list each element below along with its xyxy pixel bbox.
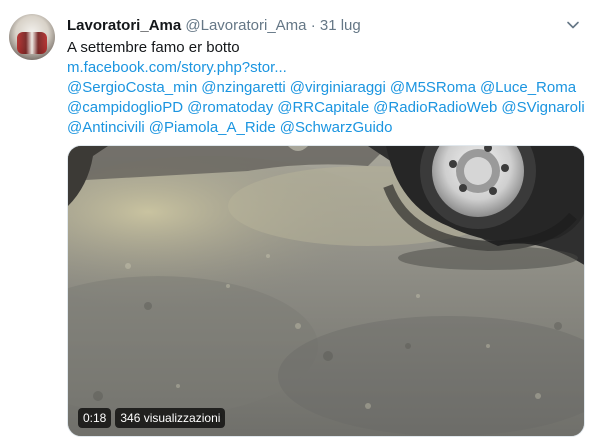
tweet-card[interactable]: Lavoratori_Ama @Lavoratori_Ama · 31 lug …	[0, 0, 590, 446]
chevron-down-icon	[567, 21, 579, 29]
video-meta: 0:18 346 visualizzazioni	[78, 408, 226, 428]
header-separator: ·	[310, 17, 316, 34]
mention-link[interactable]: @SchwarzGuido	[280, 119, 393, 136]
mention-link[interactable]: @Antincivili	[67, 119, 145, 136]
avatar-image	[17, 32, 47, 54]
mention-link[interactable]: @romatoday	[187, 99, 273, 116]
video-duration: 0:18	[78, 408, 112, 428]
video-frame	[68, 146, 584, 436]
mentions-line-1: @SergioCosta_min @nzingaretti @virginiarag…	[67, 78, 577, 98]
display-name[interactable]: Lavoratori_Ama	[67, 17, 181, 34]
tweet-header: Lavoratori_Ama @Lavoratori_Ama · 31 lug	[67, 16, 361, 36]
mentions-line-2: @campidoglioPD @romatoday @RRCapitale @Radi…	[67, 98, 585, 118]
mentions-line-3: @Antincivili @Piamola_A_Ride @SchwarzGuido	[67, 118, 577, 138]
tweet-menu-button[interactable]	[564, 16, 582, 34]
mention-link[interactable]: @nzingaretti	[201, 79, 285, 96]
mention-link[interactable]: @SergioCosta_min	[67, 79, 197, 96]
tweet-date[interactable]: 31 lug	[320, 17, 361, 34]
tweet-link[interactable]: m.facebook.com/story.php?stor...	[67, 59, 287, 76]
mention-link[interactable]: @M5SRoma	[390, 79, 476, 96]
tweet-body: A settembre famo er botto m.facebook.com…	[67, 38, 585, 138]
user-handle[interactable]: @Lavoratori_Ama	[185, 17, 306, 34]
mention-link[interactable]: @RRCapitale	[277, 99, 369, 116]
mention-link[interactable]: @RadioRadioWeb	[373, 99, 497, 116]
mention-link[interactable]: @campidoglioPD	[67, 99, 183, 116]
video-views: 346 visualizzazioni	[115, 408, 226, 428]
avatar[interactable]	[9, 14, 55, 60]
mention-link[interactable]: @virginiaraggi	[290, 79, 386, 96]
mention-link[interactable]: @SVignaroli	[501, 99, 584, 116]
video-player[interactable]: 0:18 346 visualizzazioni	[67, 145, 585, 437]
mention-link[interactable]: @Luce_Roma	[480, 79, 576, 96]
mention-link[interactable]: @Piamola_A_Ride	[149, 119, 276, 136]
tweet-text: A settembre famo er botto	[67, 39, 240, 56]
